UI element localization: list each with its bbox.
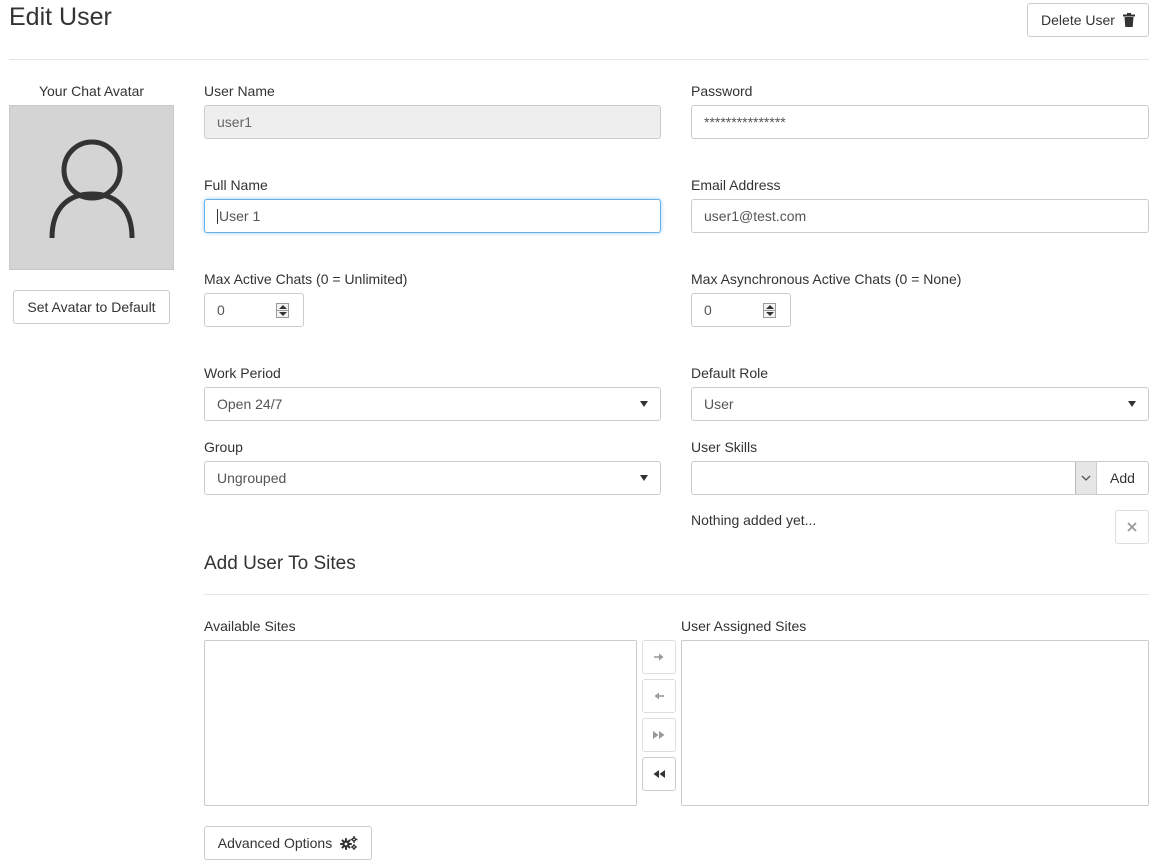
fullname-label: Full Name xyxy=(204,177,268,193)
work-period-select[interactable]: Open 24/7 xyxy=(204,387,661,421)
group-label: Group xyxy=(204,439,243,455)
reset-avatar-button[interactable]: Set Avatar to Default xyxy=(13,290,170,324)
assigned-sites-list[interactable] xyxy=(681,640,1149,806)
move-all-left-button[interactable] xyxy=(642,757,676,791)
caret-down-icon xyxy=(640,475,648,481)
group-select[interactable]: Ungrouped xyxy=(204,461,661,495)
arrow-right-icon xyxy=(654,653,664,661)
move-right-button[interactable] xyxy=(642,640,676,674)
rewind-icon xyxy=(653,770,665,778)
skills-label: User Skills xyxy=(691,439,758,455)
fullname-field[interactable]: User 1 xyxy=(204,199,661,233)
cogs-icon xyxy=(340,836,358,850)
max-async-value: 0 xyxy=(704,302,712,318)
default-role-value: User xyxy=(704,396,734,412)
fullname-value: User 1 xyxy=(219,208,261,224)
work-period-value: Open 24/7 xyxy=(217,396,283,412)
group-value: Ungrouped xyxy=(217,470,287,486)
email-label: Email Address xyxy=(691,177,781,193)
work-period-label: Work Period xyxy=(204,365,281,381)
delete-user-label: Delete User xyxy=(1041,12,1115,28)
advanced-options-button[interactable]: Advanced Options xyxy=(204,826,372,860)
skills-empty-text: Nothing added yet... xyxy=(691,512,817,528)
max-chats-stepper[interactable]: 0 xyxy=(204,293,304,327)
max-chats-label: Max Active Chats (0 = Unlimited) xyxy=(204,271,408,287)
sites-divider xyxy=(204,594,1149,595)
clear-skills-button[interactable] xyxy=(1115,510,1149,544)
close-icon xyxy=(1127,522,1137,532)
avatar-label: Your Chat Avatar xyxy=(38,83,145,99)
max-async-stepper[interactable]: 0 xyxy=(691,293,791,327)
add-skill-button[interactable]: Add xyxy=(1096,461,1149,495)
skills-combobox[interactable] xyxy=(691,461,1097,495)
sites-section-title: Add User To Sites xyxy=(204,553,356,574)
caret-down-icon xyxy=(1128,401,1136,407)
default-role-select[interactable]: User xyxy=(691,387,1149,421)
delete-user-button[interactable]: Delete User xyxy=(1027,3,1149,37)
move-all-right-button[interactable] xyxy=(642,718,676,752)
email-value: user1@test.com xyxy=(704,208,807,224)
advanced-options-label: Advanced Options xyxy=(217,835,333,851)
username-label: User Name xyxy=(204,83,275,99)
spinner-icon[interactable] xyxy=(763,303,776,318)
username-field: user1 xyxy=(204,105,661,139)
user-avatar-icon xyxy=(10,106,175,276)
username-value: user1 xyxy=(217,114,253,130)
move-left-button[interactable] xyxy=(642,679,676,713)
fast-forward-icon xyxy=(653,731,665,739)
arrow-left-icon xyxy=(654,692,664,700)
page-title: Edit User xyxy=(9,3,112,31)
assigned-sites-label: User Assigned Sites xyxy=(681,618,807,634)
password-field[interactable]: *************** xyxy=(691,105,1149,139)
avatar xyxy=(9,105,174,270)
email-field[interactable]: user1@test.com xyxy=(691,199,1149,233)
default-role-label: Default Role xyxy=(691,365,769,381)
available-sites-list[interactable] xyxy=(204,640,637,806)
password-label: Password xyxy=(691,83,753,99)
max-chats-value: 0 xyxy=(217,302,225,318)
available-sites-label: Available Sites xyxy=(204,618,296,634)
text-cursor xyxy=(217,208,218,224)
chevron-down-icon[interactable] xyxy=(1075,462,1096,494)
header-divider xyxy=(9,59,1149,60)
max-async-label: Max Asynchronous Active Chats (0 = None) xyxy=(691,271,962,287)
spinner-icon[interactable] xyxy=(276,303,289,318)
trash-icon xyxy=(1122,13,1135,27)
password-value: *************** xyxy=(704,114,786,130)
caret-down-icon xyxy=(640,401,648,407)
